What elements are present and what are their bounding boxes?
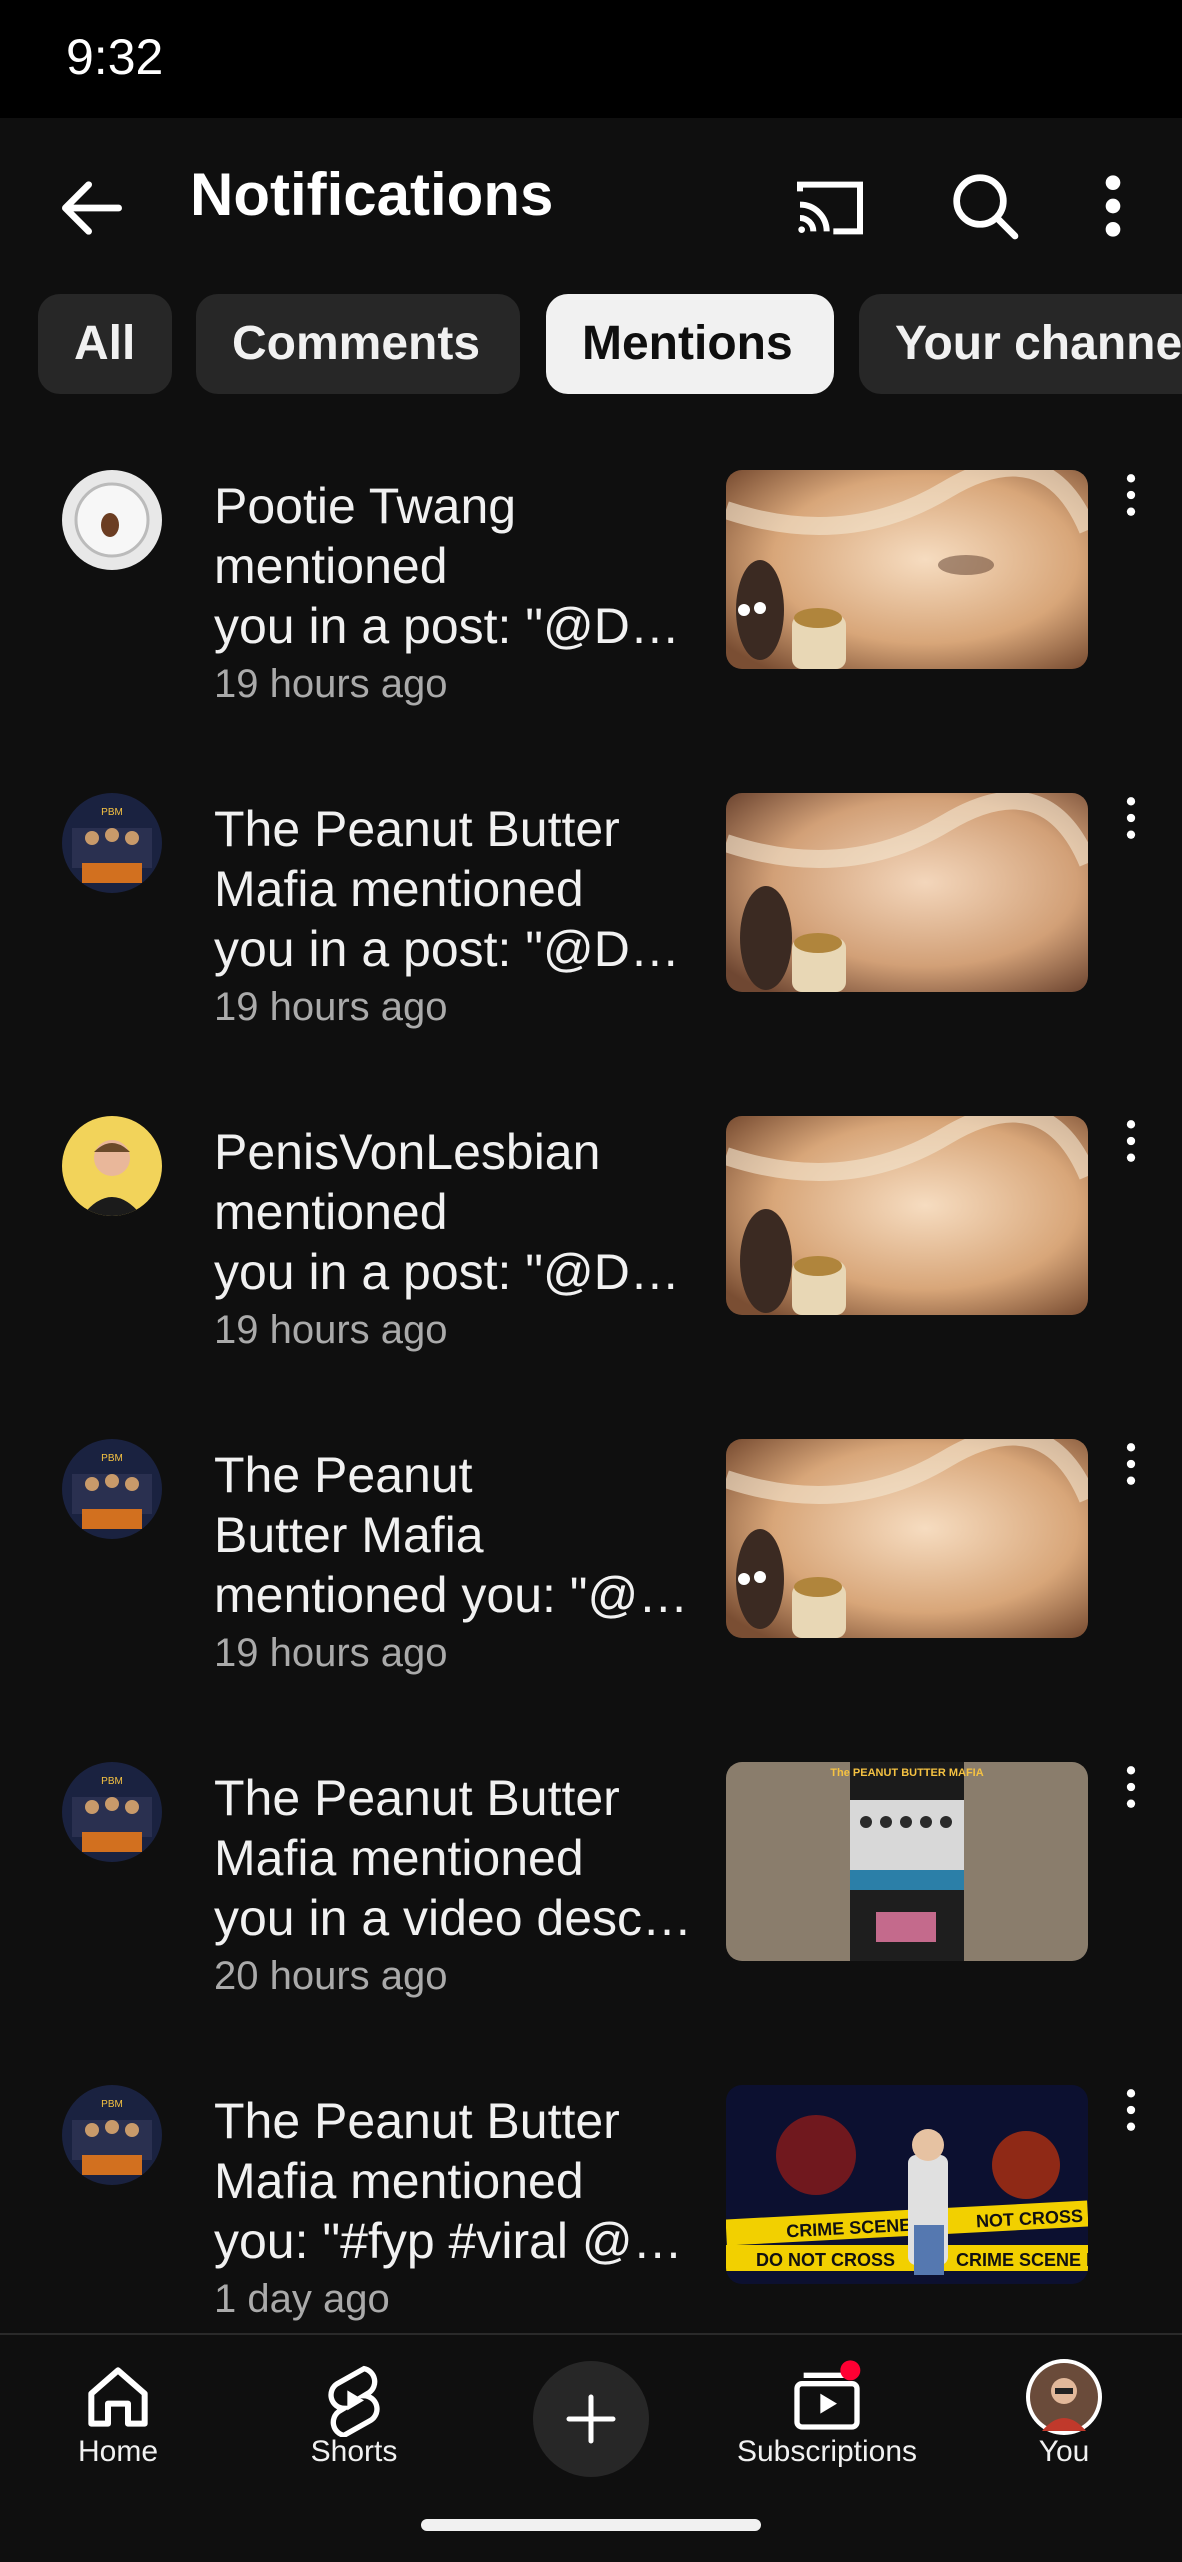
nav-home[interactable]: Home	[38, 2335, 198, 2485]
avatar[interactable]	[62, 1116, 162, 1216]
svg-text:PBM: PBM	[101, 1453, 123, 1464]
notification-time: 19 hours ago	[214, 985, 448, 1029]
search-icon[interactable]	[945, 166, 1025, 246]
tape-text: CRIME SCENE DO	[956, 2250, 1088, 2270]
more-vert-icon[interactable]	[1116, 1116, 1146, 1166]
more-vert-icon[interactable]	[1116, 793, 1146, 843]
nav-label: Shorts	[310, 2435, 398, 2468]
home-indicator[interactable]	[421, 2519, 761, 2531]
more-vert-icon[interactable]	[1116, 1762, 1146, 1812]
avatar	[1026, 2359, 1102, 2435]
create-button[interactable]	[533, 2361, 649, 2477]
subscriptions-icon	[794, 2360, 861, 2430]
avatar[interactable]: PBM	[62, 2085, 162, 2185]
notification-line: The Peanut Butter	[214, 1770, 620, 1826]
notification-item[interactable]: PBM The Peanut Butter Mafia mentioned yo…	[0, 2055, 1182, 2378]
app-bar: Notifications	[0, 118, 1182, 276]
notification-line: The Peanut Butter	[214, 801, 620, 857]
avatar[interactable]: PBM	[62, 793, 162, 893]
thumbnail[interactable]	[726, 793, 1088, 992]
home-icon	[88, 2367, 148, 2427]
thumbnail[interactable]: The PEANUT BUTTER MAFIA	[726, 1762, 1088, 1961]
filter-chips: All Comments Mentions Your channe	[0, 294, 1182, 396]
notification-line: Mafia mentioned	[214, 1830, 584, 1886]
chip-comments[interactable]: Comments	[196, 294, 520, 394]
tape-text: DO NOT CROSS	[756, 2250, 895, 2270]
notification-line: Mafia mentioned	[214, 2153, 584, 2209]
nav-label: Home	[77, 2435, 159, 2468]
status-time: 9:32	[66, 29, 164, 85]
svg-text:PBM: PBM	[101, 807, 123, 818]
page-title: Notifications	[190, 161, 554, 228]
more-vert-icon[interactable]	[1116, 2085, 1146, 2135]
notification-item[interactable]: PBM The Peanut Butter Mafia mentioned yo…	[0, 1409, 1182, 1732]
notification-line: The Peanut	[214, 1447, 473, 1503]
thumbnail[interactable]	[726, 470, 1088, 669]
notification-line: mentioned you: "@…	[214, 1567, 689, 1623]
svg-text:PBM: PBM	[101, 1776, 123, 1787]
cast-icon[interactable]	[790, 168, 870, 248]
thumbnail[interactable]: CRIME SCENE NOT CROSS DO NOT CROSS CRIME…	[726, 2085, 1088, 2284]
notification-time: 19 hours ago	[214, 662, 448, 706]
notification-line: Butter Mafia	[214, 1507, 484, 1563]
notification-item[interactable]: Pootie Twang mentioned you in a post: "@…	[0, 440, 1182, 763]
nav-shorts[interactable]: Shorts	[274, 2335, 434, 2485]
thumbnail-title: The PEANUT BUTTER MAFIA	[830, 1767, 983, 1779]
notification-line: you: "#fyp #viral @…	[214, 2213, 683, 2269]
nav-you[interactable]: You	[984, 2335, 1144, 2485]
chip-mentions[interactable]: Mentions	[546, 294, 834, 394]
nav-label: You	[1038, 2435, 1090, 2468]
notification-time: 1 day ago	[214, 2277, 390, 2321]
status-bar: 9:32	[0, 0, 1182, 118]
nav-label: Subscriptions	[736, 2435, 918, 2468]
arrow-left-icon[interactable]	[52, 168, 132, 248]
notification-line: Mafia mentioned	[214, 861, 584, 917]
notification-line: The Peanut Butter	[214, 2093, 620, 2149]
notification-time: 19 hours ago	[214, 1631, 448, 1675]
notification-line: you in a post: "@Da…	[214, 598, 696, 654]
avatar[interactable]: PBM	[62, 1762, 162, 1862]
notification-line: Pootie Twang	[214, 478, 517, 534]
avatar[interactable]: PBM	[62, 1439, 162, 1539]
chip-all[interactable]: All	[38, 294, 172, 394]
svg-text:PBM: PBM	[101, 2099, 123, 2110]
shorts-icon	[328, 2365, 380, 2437]
notification-item[interactable]: PBM The Peanut Butter Mafia mentioned yo…	[0, 763, 1182, 1086]
notification-time: 19 hours ago	[214, 1308, 448, 1352]
notification-line: mentioned	[214, 1184, 448, 1240]
nav-subscriptions[interactable]: Subscriptions	[720, 2335, 934, 2485]
thumbnail[interactable]	[726, 1439, 1088, 1638]
notification-item[interactable]: PenisVonLesbian mentioned you in a post:…	[0, 1086, 1182, 1409]
more-vert-icon[interactable]	[1116, 1439, 1146, 1489]
more-vert-icon[interactable]	[1085, 166, 1141, 246]
notification-line: you in a post: "@Da…	[214, 1244, 696, 1300]
notification-line: you in a video desc…	[214, 1890, 693, 1946]
notification-line: you in a post: "@Da…	[214, 921, 696, 977]
more-vert-icon[interactable]	[1116, 470, 1146, 520]
plus-icon	[566, 2394, 616, 2444]
chip-your-channel[interactable]: Your channe	[859, 294, 1182, 394]
avatar[interactable]	[62, 470, 162, 570]
notification-item[interactable]: PBM The Peanut Butter Mafia mentioned yo…	[0, 1732, 1182, 2055]
notification-line: PenisVonLesbian	[214, 1124, 601, 1180]
thumbnail[interactable]	[726, 1116, 1088, 1315]
notification-time: 20 hours ago	[214, 1954, 448, 1998]
notification-line: mentioned	[214, 538, 448, 594]
